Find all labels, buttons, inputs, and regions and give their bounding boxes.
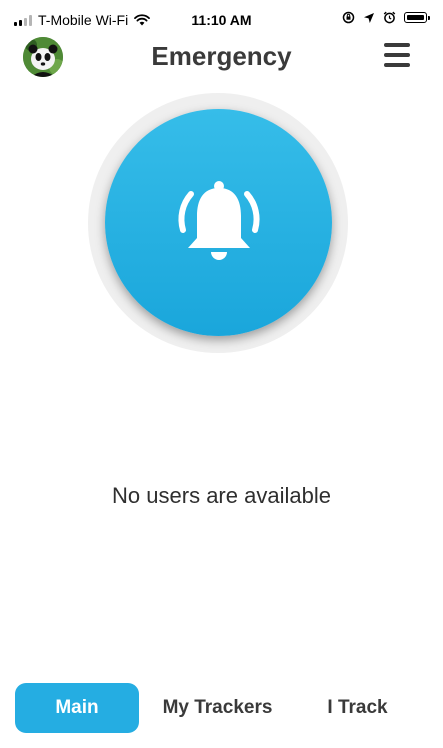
empty-state-message: No users are available — [112, 483, 331, 508]
bell-ringing-icon — [177, 180, 260, 260]
tab-main[interactable]: Main — [15, 683, 139, 733]
location-arrow-icon — [364, 12, 374, 23]
emergency-alarm-button[interactable] — [105, 109, 332, 336]
tab-my-trackers[interactable]: My Trackers — [150, 683, 285, 733]
status-right — [342, 11, 430, 24]
tab-i-track[interactable]: I Track — [300, 683, 415, 733]
alarm-icon — [383, 11, 396, 24]
bottom-tab-bar: Main My Trackers I Track — [0, 683, 443, 733]
app-header: Emergency — [0, 34, 443, 80]
battery-icon — [404, 12, 430, 23]
app-screen: T-Mobile Wi-Fi 11:10 AM Emergency No use… — [0, 0, 443, 748]
page-title: Emergency — [151, 41, 292, 71]
hamburger-menu-icon[interactable] — [384, 43, 412, 69]
orientation-lock-icon — [342, 11, 355, 24]
